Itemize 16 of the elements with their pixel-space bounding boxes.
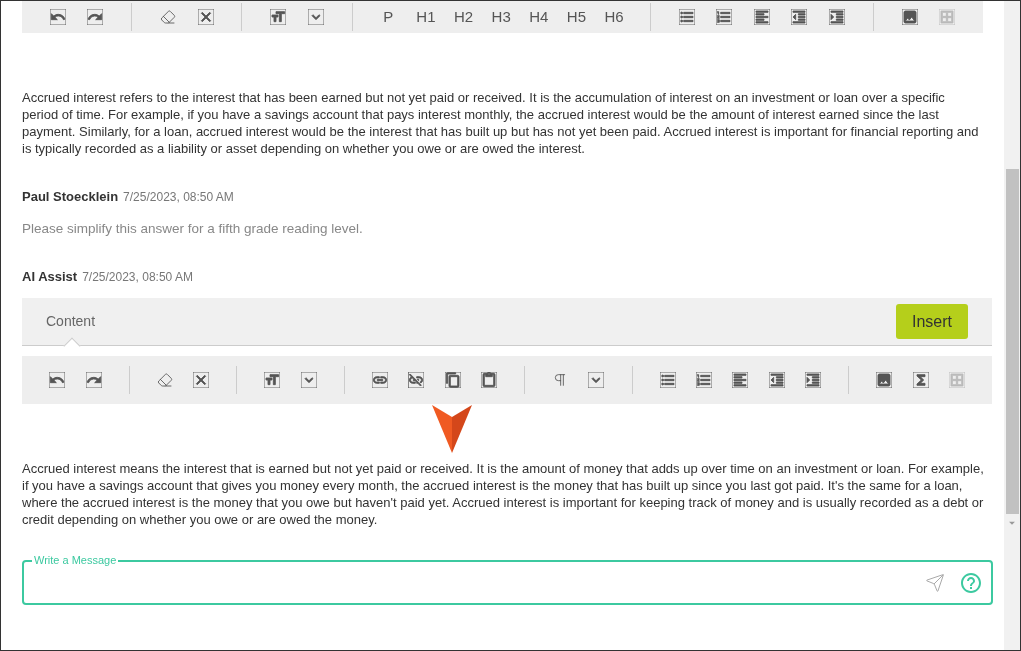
heading-button[interactable]: H6 (602, 5, 626, 29)
message-text: Please simplify this answer for a fifth grade reading level. (22, 219, 364, 238)
heading-button[interactable]: H4 (526, 5, 551, 29)
author-name: AI Assist (22, 267, 78, 286)
author-name: Paul Stoecklein (22, 188, 119, 206)
heading-button[interactable]: H1 (414, 5, 438, 29)
content-tab[interactable]: Content (46, 298, 96, 346)
message-time: 7/25/2023, 08:50 AM (82, 268, 193, 286)
heading-button[interactable]: P (376, 5, 401, 29)
message-text: Accrued interest means the interest that is earned but not yet paid or received. It is the amount of money that adds up over time on an investment or loan. For example, if you have a savings account that gives you money every month, the accrued interest is the money that has built up since you last got paid. It's the same for a loan, where the accrued interest is the money that you owe but haven't paid yet. Accrued interest is important for keeping track of money and is usually recorded as a debt or credit depending on whether you owe or are owed the money. (22, 460, 985, 529)
message-time: 7/25/2023, 08:50 AM (123, 189, 234, 206)
heading-button[interactable]: H3 (489, 5, 513, 29)
heading-button[interactable]: H5 (564, 5, 589, 29)
message-text: Accrued interest refers to the interest that has been earned but not yet paid or received. It is the accumulation of interest on an investment or loan over a specific period of time. For example, if you have a savings account that pays interest monthly, the accrued interest would be the amount of interest earned since the last payment. Similarly, for a loan, accrued interest would be the interest that has built up but has not yet been paid. Accrued interest is important for financial reporting and is typically recorded as a liability or asset depending on whether you owe or are owed the interest. (22, 89, 979, 157)
heading-button[interactable]: H2 (451, 5, 476, 29)
insert-button[interactable]: Insert (896, 304, 968, 340)
